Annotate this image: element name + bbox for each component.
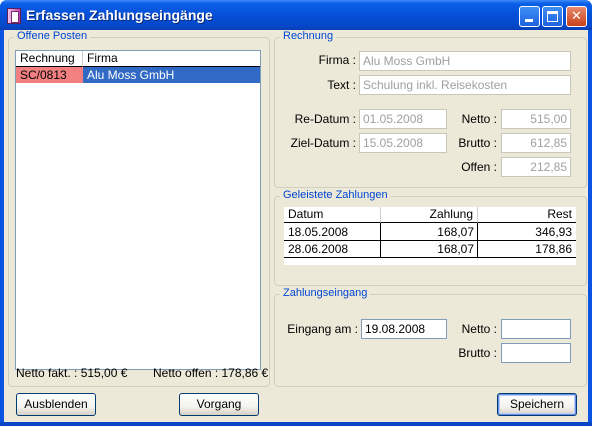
offen-field[interactable]: 212,85 (501, 157, 571, 177)
column-header-firma[interactable]: Firma (83, 51, 260, 67)
firma-field[interactable]: Alu Moss GmbH (359, 51, 571, 71)
netto-field[interactable]: 515,00 (501, 109, 571, 129)
text-label: Text : (327, 78, 356, 92)
minimize-icon (525, 19, 533, 22)
rechnung-title: Rechnung (280, 30, 337, 42)
window-title: Erfassen Zahlungseingänge (26, 7, 213, 23)
firma-label: Firma : (318, 53, 356, 67)
app-window: Erfassen Zahlungseingänge ✕ Offene Poste… (0, 0, 592, 426)
offen-label: Offen : (461, 160, 497, 174)
row-divider (284, 257, 576, 258)
speichern-button[interactable]: Speichern (497, 393, 577, 416)
netto-offen-text: Netto offen : 178,86 € (153, 366, 269, 380)
row-divider (284, 240, 576, 241)
offene-posten-title: Offene Posten (14, 30, 91, 42)
column-header-zahlung[interactable]: Zahlung (381, 207, 478, 223)
offene-posten-group: Offene Posten Rechnung Firma SC/0813 Alu… (8, 30, 270, 387)
maximize-icon (547, 11, 558, 22)
cell-datum: 28.06.2008 (288, 242, 349, 256)
column-header-rechnung[interactable]: Rechnung (16, 51, 83, 67)
zahlungseingang-group: Zahlungseingang Eingang am : 19.08.2008 … (274, 287, 587, 387)
geleistete-zahlungen-group: Geleistete Zahlungen Datum Zahlung Rest … (274, 189, 587, 286)
rechnung-group: Rechnung Firma : Alu Moss GmbH Text : Sc… (274, 30, 587, 188)
text-field[interactable]: Schulung inkl. Reisekosten (359, 75, 571, 95)
dialog-body: Offene Posten Rechnung Firma SC/0813 Alu… (4, 30, 588, 422)
close-button[interactable]: ✕ (566, 6, 587, 27)
ziel-datum-label: Ziel-Datum : (290, 136, 356, 150)
column-divider (477, 223, 478, 258)
close-icon: ✕ (571, 9, 582, 24)
column-divider (380, 223, 381, 258)
zahlungen-table[interactable]: Datum Zahlung Rest 18.05.2008 168,07 346… (284, 207, 576, 265)
vorgang-button[interactable]: Vorgang (179, 393, 259, 416)
netto-label: Netto : (461, 112, 497, 126)
maximize-button[interactable] (542, 6, 563, 27)
brutto-label: Brutto : (458, 136, 497, 150)
cell-datum: 18.05.2008 (288, 225, 349, 239)
title-bar[interactable]: Erfassen Zahlungseingänge ✕ (0, 0, 592, 30)
column-header-rest[interactable]: Rest (478, 207, 576, 223)
cell-rechnung: SC/0813 (16, 67, 83, 83)
minimize-button[interactable] (519, 6, 540, 27)
cell-rest: 178,86 (535, 242, 572, 256)
column-header-datum[interactable]: Datum (284, 207, 381, 223)
cell-firma: Alu Moss GmbH (83, 67, 260, 83)
brutto-field[interactable]: 612,85 (501, 133, 571, 153)
netto-fakt-text: Netto fakt. : 515,00 € (16, 366, 128, 380)
window-bottom-border (0, 422, 592, 426)
eingang-brutto-field[interactable] (501, 343, 571, 363)
ausblenden-button[interactable]: Ausblenden (16, 393, 96, 416)
cell-zahlung: 168,07 (437, 242, 474, 256)
cell-rest: 346,93 (535, 225, 572, 239)
cell-zahlung: 168,07 (437, 225, 474, 239)
app-icon (7, 8, 21, 24)
re-datum-label: Re-Datum : (294, 112, 356, 126)
eingang-netto-label: Netto : (461, 322, 497, 336)
eingang-am-field[interactable]: 19.08.2008 (361, 319, 447, 339)
eingang-netto-field[interactable] (501, 319, 571, 339)
offene-posten-list[interactable]: Rechnung Firma SC/0813 Alu Moss GmbH (15, 50, 261, 370)
ziel-datum-field[interactable]: 15.05.2008 (359, 133, 447, 153)
eingang-brutto-label: Brutto : (458, 346, 497, 360)
geleistete-zahlungen-title: Geleistete Zahlungen (280, 189, 391, 201)
eingang-am-label: Eingang am : (287, 322, 358, 336)
re-datum-field[interactable]: 01.05.2008 (359, 109, 447, 129)
zahlungseingang-title: Zahlungseingang (280, 287, 371, 299)
